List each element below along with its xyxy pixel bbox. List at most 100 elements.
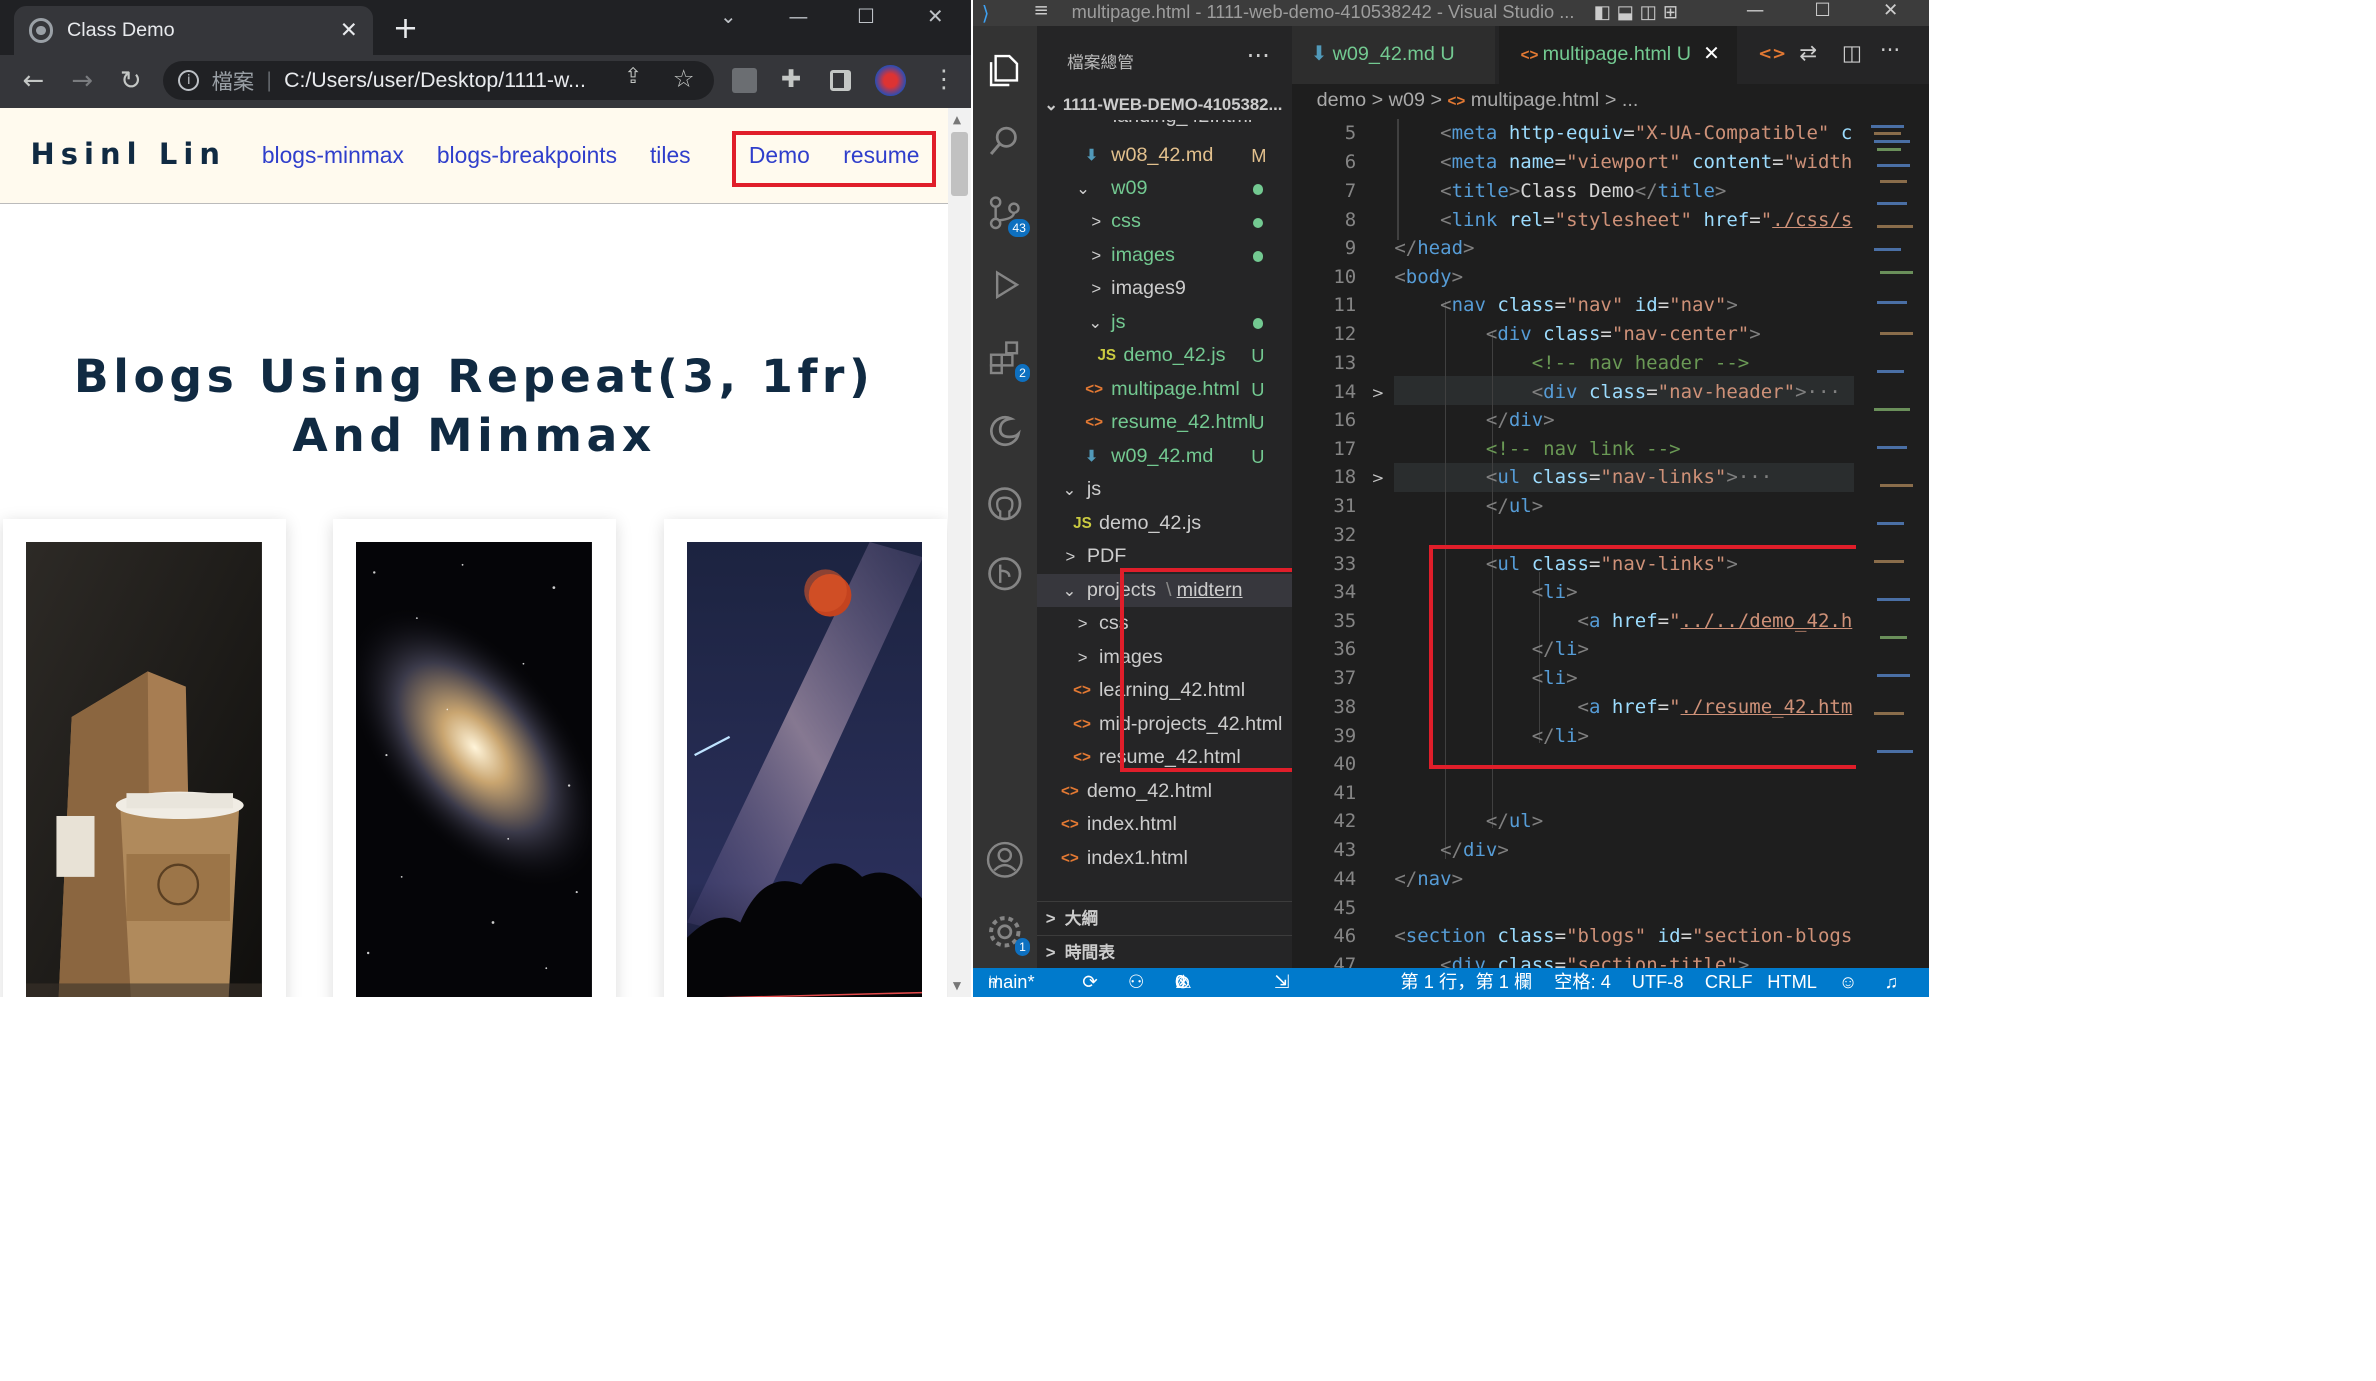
breadcrumb-item[interactable]: multipage.html	[1471, 89, 1600, 111]
tree-item-folder[interactable]: > images	[1037, 239, 1293, 272]
bookmark-star-icon[interactable]: ☆	[673, 64, 695, 93]
maximize-icon[interactable]: ☐	[857, 5, 875, 28]
site-brand[interactable]: Hsinl Lin	[30, 137, 226, 171]
screen-area: Class Demo ✕ + ⌄ — ☐ ✕ ← → ↻ i 檔案 | C:/U…	[0, 0, 2376, 1381]
breadcrumb-item[interactable]: w09	[1389, 89, 1425, 111]
close-icon[interactable]: ✕	[1703, 43, 1720, 65]
night-sky-image	[686, 541, 923, 998]
fold-chevron-icon[interactable]: >	[1371, 469, 1384, 487]
code-line: <nav class="nav" id="nav">	[1440, 293, 1738, 316]
line-ending[interactable]: CRLF	[1705, 968, 1753, 997]
layout-toggle-icons[interactable]: ◧ ⬓ ◫ ⊞	[1594, 2, 1678, 23]
reload-icon[interactable]: ↻	[107, 66, 156, 96]
tree-item-file[interactable]: JS demo_42.js	[1037, 507, 1293, 540]
github-icon[interactable]	[985, 484, 1025, 524]
settings-gear-icon[interactable]: 1	[985, 912, 1031, 956]
split-editor-icon[interactable]: ◫	[1842, 41, 1862, 66]
tab-close-icon[interactable]: ✕	[340, 18, 358, 43]
modified-dot	[1252, 318, 1264, 329]
tree-item-file[interactable]: <> resume_42.html U	[1037, 406, 1293, 439]
tree-item-file[interactable]: <> multipage.html U	[1037, 373, 1293, 406]
tree-item-folder[interactable]: ⌄ w09	[1037, 172, 1293, 205]
address-url[interactable]: C:/Users/user/Desktop/1111-w...	[284, 68, 586, 93]
extensions-icon[interactable]: 2	[985, 338, 1031, 383]
forward-icon[interactable]: →	[58, 66, 107, 96]
more-actions-icon[interactable]: ···	[1880, 38, 1900, 63]
tree-item-folder[interactable]: ⌄ js	[1037, 473, 1293, 506]
info-icon[interactable]: i	[178, 70, 200, 92]
outline-section[interactable]: > 大綱	[1036, 901, 1293, 934]
notifications-bell-icon[interactable]: ♫	[1884, 968, 1898, 997]
encoding[interactable]: UTF-8	[1632, 968, 1684, 997]
code-editor[interactable]: 5 6 7 8 9 10 11 12 13 14 16 17 18 31 32 …	[1292, 118, 1929, 969]
breadcrumb-item[interactable]: ...	[1622, 89, 1638, 111]
minimize-icon[interactable]: —	[788, 5, 808, 28]
git-graph-icon[interactable]	[985, 554, 1025, 594]
line-number: 12	[1333, 322, 1357, 345]
source-control-icon[interactable]: 43	[985, 193, 1031, 238]
tree-item-file[interactable]: ⬇ w09_42.md U	[1037, 440, 1293, 473]
side-panel-icon[interactable]	[829, 70, 851, 92]
back-icon[interactable]: ←	[9, 66, 58, 96]
search-icon[interactable]	[985, 122, 1025, 162]
menu-hamburger-icon[interactable]: ≡	[1034, 0, 1049, 21]
nav-link-blogs-minmax[interactable]: blogs-minmax	[262, 142, 404, 169]
feedback-icon[interactable]: ☺	[1839, 968, 1858, 997]
nav-link-blogs-breakpoints[interactable]: blogs-breakpoints	[437, 142, 617, 169]
scroll-down-icon[interactable]: ▼	[953, 979, 961, 992]
workspace-section[interactable]: ⌄ 1111-WEB-DEMO-4105382...	[1036, 89, 1293, 121]
menu-dots-icon[interactable]: ⋮	[932, 64, 956, 93]
edge-devtools-icon[interactable]	[985, 411, 1025, 451]
explorer-icon[interactable]	[985, 50, 1025, 90]
scrollbar-thumb[interactable]	[951, 132, 969, 197]
minimize-icon[interactable]: —	[1746, 0, 1764, 21]
extension-icon[interactable]	[732, 68, 757, 93]
page-scrollbar[interactable]: ▲ ▼	[948, 108, 972, 998]
share-icon[interactable]: ⇪	[624, 64, 642, 89]
close-window-icon[interactable]: ✕	[1883, 0, 1898, 21]
live-share-icon[interactable]: ⚇	[1128, 968, 1144, 997]
breadcrumb-item[interactable]: demo	[1317, 89, 1366, 111]
open-preview-icon[interactable]: <>	[1758, 43, 1786, 63]
nav-link-tiles[interactable]: tiles	[650, 142, 691, 169]
tab-multipage-html[interactable]: <> multipage.html U ✕	[1499, 25, 1737, 84]
tree-item-file[interactable]: <> index1.html	[1037, 842, 1293, 875]
close-window-icon[interactable]: ✕	[927, 5, 944, 28]
coffee-image	[25, 541, 262, 998]
tree-item-file[interactable]: <> demo_42.html	[1037, 775, 1293, 808]
blog-card[interactable]	[663, 519, 947, 998]
code-line: </div>	[1440, 838, 1509, 861]
tree-item-folder[interactable]: > css	[1037, 205, 1293, 238]
puzzle-icon[interactable]: ✚	[781, 64, 801, 93]
profile-avatar[interactable]	[875, 65, 906, 96]
line-number: 18	[1333, 465, 1357, 488]
maximize-icon[interactable]: ☐	[1814, 0, 1830, 21]
tree-item-file[interactable]: JS demo_42.js U	[1037, 339, 1293, 372]
browser-tab[interactable]: Class Demo ✕	[13, 6, 373, 55]
tree-item-file[interactable]: <> index.html	[1037, 808, 1293, 841]
tree-item-label: demo_42.js	[1099, 511, 1202, 534]
explorer-more-icon[interactable]: ···	[1247, 41, 1270, 70]
run-debug-icon[interactable]	[985, 265, 1025, 305]
minimap[interactable]	[1855, 118, 1929, 969]
tree-item-file[interactable]: ⬇ w08_42.md M	[1037, 139, 1293, 172]
tree-item-folder[interactable]: ⌄ js	[1037, 306, 1293, 339]
account-icon[interactable]	[985, 840, 1025, 880]
blog-card[interactable]	[333, 519, 617, 998]
fold-chevron-icon[interactable]: >	[1371, 384, 1384, 402]
tree-item-label: js	[1111, 310, 1126, 333]
timeline-section[interactable]: > 時間表	[1036, 934, 1293, 968]
tab-search-icon[interactable]: ⌄	[720, 5, 737, 28]
scroll-up-icon[interactable]: ▲	[953, 113, 961, 126]
compare-changes-icon[interactable]: ⇄	[1799, 41, 1817, 66]
tree-item-label: resume_42.html	[1111, 411, 1253, 434]
tree-item-folder[interactable]: > images9	[1037, 272, 1293, 305]
cursor-position[interactable]: 第 1 行，第 1 欄	[1400, 968, 1532, 997]
sync-icon[interactable]: ⟳	[1082, 968, 1097, 997]
language-mode[interactable]: HTML	[1767, 968, 1817, 997]
new-tab-icon[interactable]: +	[393, 11, 419, 46]
tab-w09-md[interactable]: ⬇ w09_42.md U	[1292, 25, 1495, 84]
blog-card[interactable]	[3, 519, 287, 998]
indentation[interactable]: 空格: 4	[1554, 968, 1611, 997]
port-icon[interactable]: ⇲	[1274, 968, 1289, 997]
